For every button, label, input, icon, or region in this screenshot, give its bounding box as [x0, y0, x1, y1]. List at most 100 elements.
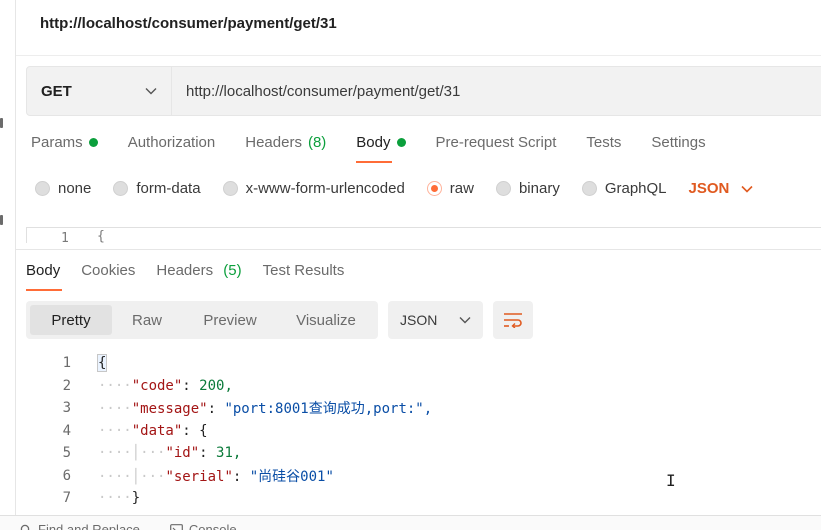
json-brace: { [96, 354, 108, 373]
tab-authorization[interactable]: Authorization [128, 134, 216, 163]
tab-label: Headers [156, 262, 214, 279]
mode-x-www-form-urlencoded[interactable]: x-www-form-urlencoded [222, 180, 405, 197]
response-body-viewer[interactable]: 1 { 2 ····"code": 200, 3 ····"message": … [26, 352, 821, 508]
mode-graphql[interactable]: GraphQL [581, 180, 667, 197]
tab-body[interactable]: Body [356, 134, 406, 163]
wrap-lines-button[interactable] [493, 301, 533, 339]
tab-label: Params [31, 134, 83, 151]
view-pretty-button[interactable]: Pretty [30, 305, 112, 335]
mode-label: raw [449, 180, 474, 197]
find-and-replace-button[interactable]: Find and Replace [20, 522, 140, 530]
code-line: 6 ····│···"serial": "尚硅谷001" [26, 465, 821, 488]
chevron-down-icon [459, 317, 471, 324]
json-value: 31, [216, 445, 242, 462]
tab-label: Headers [245, 134, 302, 151]
console-button[interactable]: Console [170, 522, 237, 530]
json-value: "尚硅谷001" [249, 468, 334, 485]
language-label: JSON [688, 180, 730, 197]
status-bar: Find and Replace Console [0, 515, 821, 530]
sidebar-marker [0, 215, 3, 225]
tab-response-body[interactable]: Body [26, 262, 63, 291]
body-language-select[interactable]: JSON [689, 180, 754, 197]
chevron-down-icon [145, 88, 157, 95]
json-value: 200, [199, 377, 233, 394]
console-label: Console [188, 522, 237, 530]
mode-raw[interactable]: raw [426, 180, 474, 197]
tab-pre-request-script[interactable]: Pre-request Script [436, 134, 557, 163]
tab-tests[interactable]: Tests [586, 134, 621, 163]
line-number: 5 [62, 445, 71, 462]
tab-label: Settings [651, 134, 706, 151]
code-line: 1 { [26, 352, 821, 375]
request-title: http://localhost/consumer/payment/get/31 [40, 15, 337, 32]
line-number: 7 [62, 490, 71, 507]
response-tabs: Body Cookies Headers (5) Test Results [26, 262, 365, 291]
mode-label: binary [518, 180, 560, 197]
radio-button[interactable] [581, 181, 597, 196]
method-label: GET [41, 82, 72, 100]
response-format-select[interactable]: JSON [388, 301, 483, 339]
pane-divider[interactable] [16, 249, 821, 250]
editor-text: { [97, 229, 105, 243]
radio-button[interactable] [495, 181, 511, 196]
url-input[interactable]: http://localhost/consumer/payment/get/31 [172, 67, 821, 115]
tab-params[interactable]: Params [31, 134, 98, 163]
request-tabs: Params Authorization Headers (8) Body Pr… [31, 134, 736, 163]
request-body-editor[interactable]: 1 { [26, 227, 821, 243]
code-line: 7 ····} [26, 487, 821, 508]
tab-label: Pre-request Script [435, 134, 557, 151]
radio-button[interactable] [113, 181, 129, 196]
json-value: "port:8001查询成功,port:", [224, 401, 433, 418]
view-visualize-button[interactable]: Visualize [278, 305, 374, 335]
mode-none[interactable]: none [35, 180, 91, 197]
tab-label: Authorization [127, 134, 216, 151]
json-key: "serial" [165, 468, 233, 485]
line-number: 1 [62, 355, 71, 372]
tab-count: (8) [307, 134, 327, 151]
console-icon [170, 523, 183, 530]
line-number: 1 [61, 231, 69, 243]
code-line: 2 ····"code": 200, [26, 375, 821, 398]
tab-label: Cookies [81, 262, 136, 279]
view-preview-button[interactable]: Preview [182, 305, 278, 335]
tab-label: Body [356, 134, 391, 151]
tab-test-results[interactable]: Test Results [263, 262, 345, 291]
tab-settings[interactable]: Settings [651, 134, 705, 163]
search-icon [20, 524, 30, 530]
mode-label: form-data [136, 180, 201, 197]
sidebar-marker [0, 118, 3, 128]
left-sidebar-edge [0, 0, 16, 530]
chevron-down-icon [741, 185, 753, 193]
status-dot [396, 138, 406, 147]
view-raw-button[interactable]: Raw [112, 305, 182, 335]
json-brace: } [131, 490, 141, 507]
tab-count: (5) [223, 262, 242, 279]
json-key: "id" [165, 445, 200, 462]
method-select[interactable]: GET [27, 67, 172, 115]
format-label: JSON [400, 312, 438, 328]
radio-button-selected[interactable] [426, 181, 442, 196]
radio-button[interactable] [35, 181, 50, 196]
find-and-replace-label: Find and Replace [38, 522, 140, 530]
wrap-lines-icon [504, 313, 522, 328]
json-key: "data" [131, 422, 183, 439]
tab-label: Body [26, 262, 61, 279]
mode-label: x-www-form-urlencoded [245, 180, 405, 197]
text-cursor-icon: I [666, 471, 676, 490]
json-value: { [199, 422, 208, 439]
mode-label: none [58, 180, 92, 197]
radio-button[interactable] [222, 181, 238, 196]
line-number: 3 [62, 400, 71, 417]
body-mode-options: none form-data x-www-form-urlencoded raw… [35, 180, 753, 197]
mode-label: GraphQL [604, 180, 667, 197]
mode-binary[interactable]: binary [495, 180, 560, 197]
json-key: "code" [131, 377, 183, 394]
tab-label: Test Results [262, 262, 345, 279]
tab-cookies[interactable]: Cookies [81, 262, 135, 291]
tab-headers[interactable]: Headers (8) [245, 134, 326, 163]
tab-response-headers[interactable]: Headers (5) [156, 262, 241, 291]
line-number: 4 [62, 422, 71, 439]
tab-label: Tests [586, 134, 622, 151]
mode-form-data[interactable]: form-data [113, 180, 201, 197]
line-number: 6 [62, 467, 71, 484]
